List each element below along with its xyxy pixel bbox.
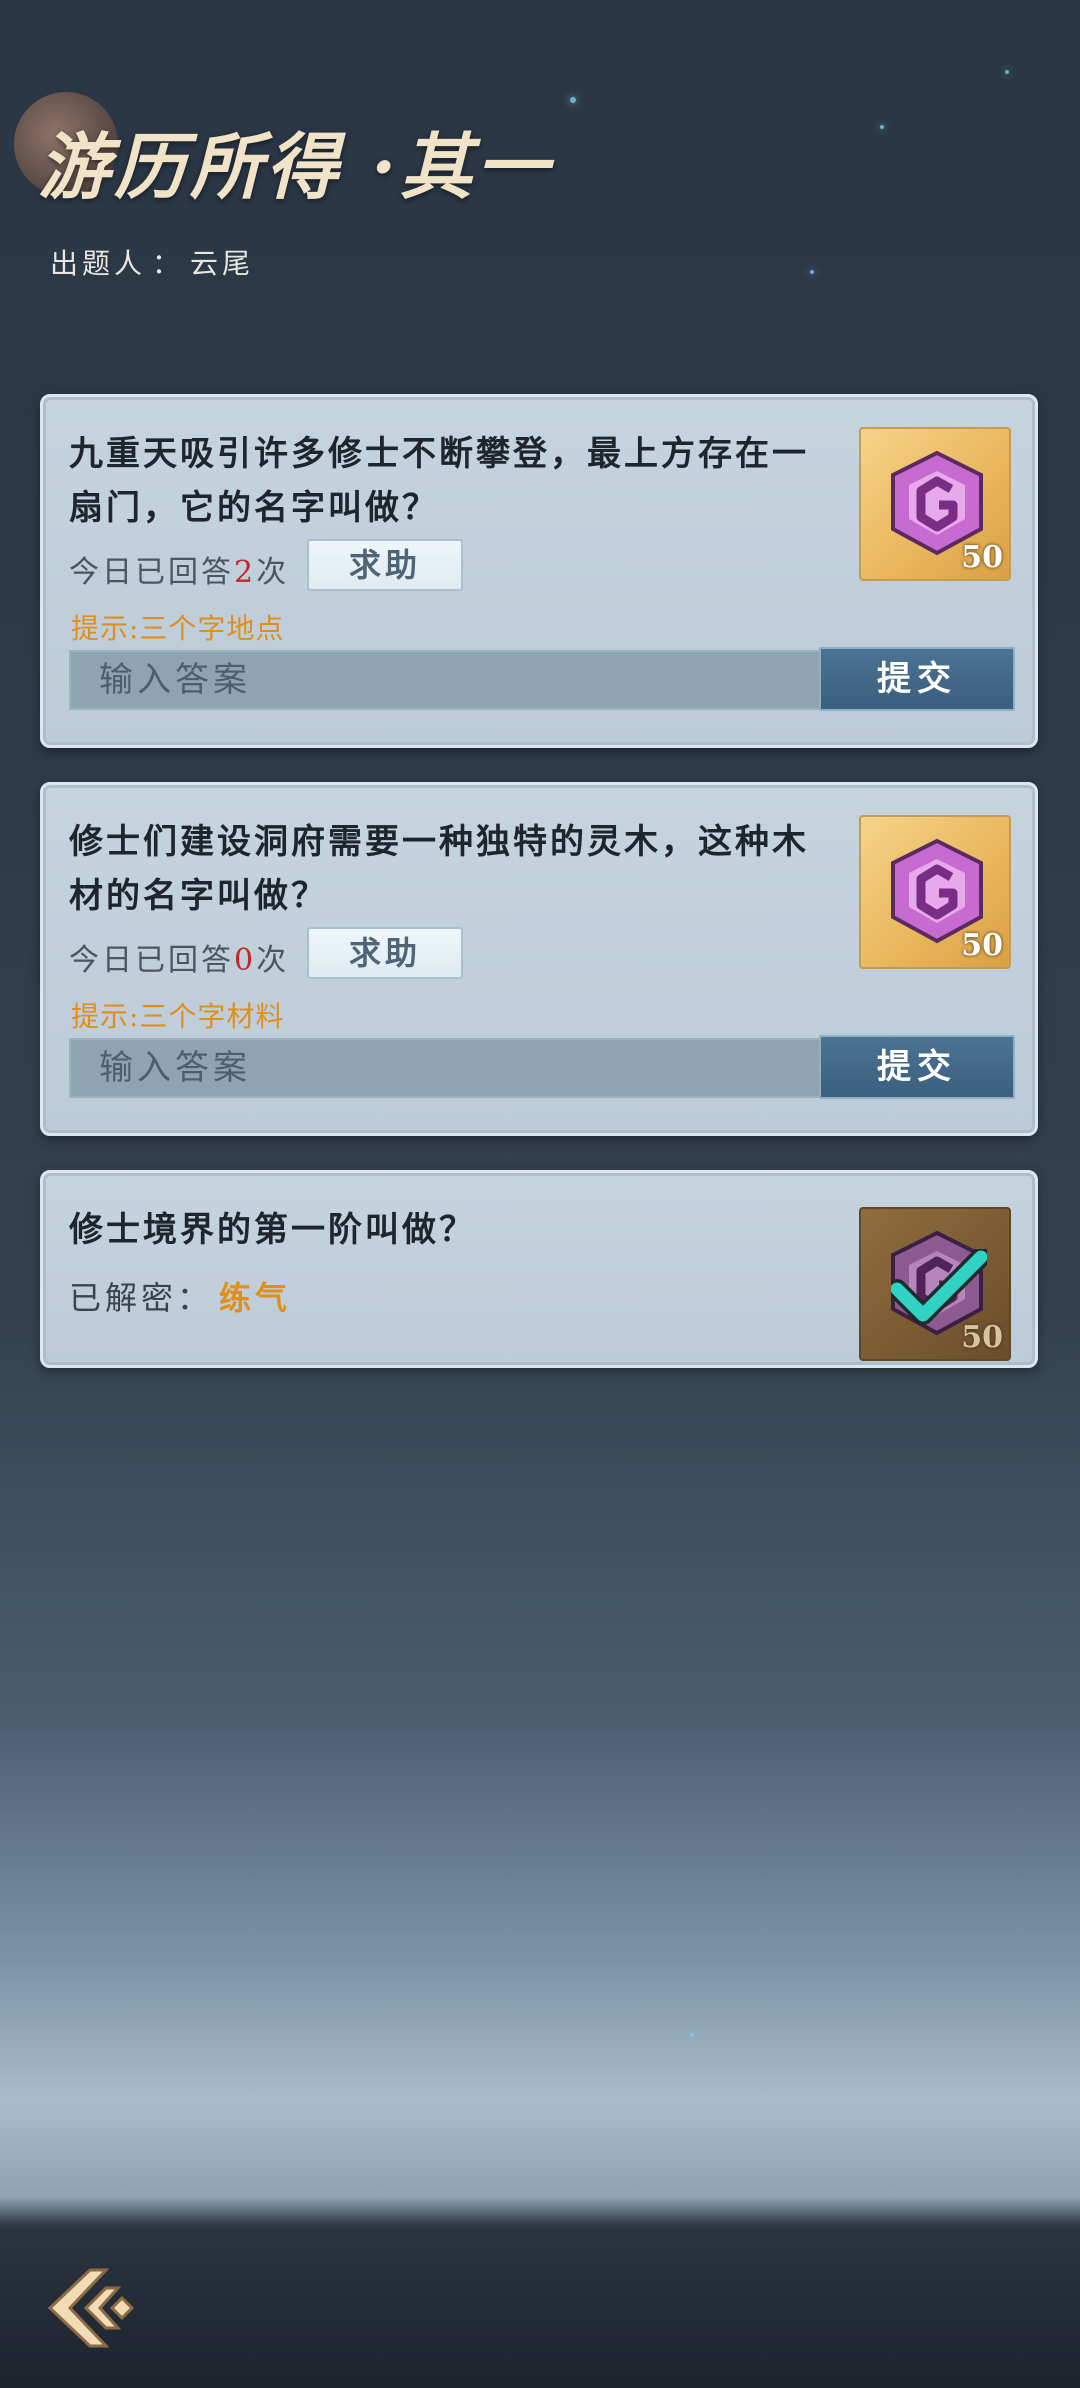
solved-answer: 练气: [219, 1279, 292, 1317]
background-star: [690, 2033, 694, 2037]
author-separator: ：: [152, 247, 185, 280]
page-title: 游历所得 ·其一: [38, 124, 553, 209]
count-prefix: 今日已回答: [69, 943, 234, 978]
question-text: 修士境界的第一阶叫做？: [69, 1210, 476, 1250]
hint-text: 提示:三个字材料: [71, 1000, 285, 1033]
question-text: 九重天吸引许多修士不断攀登，最上方存在一扇门，它的名字叫做？: [69, 434, 809, 528]
submit-button[interactable]: 提交: [819, 647, 1015, 711]
answer-count: 今日已回答2次: [69, 547, 289, 591]
author-line: 出题人：云尾: [50, 242, 254, 282]
reward-amount: 50: [961, 928, 1003, 963]
reward-amount: 50: [961, 540, 1003, 575]
author-label: 出题人: [50, 247, 147, 280]
hint-text: 提示:三个字地点: [71, 612, 285, 645]
solved-line: 已解密： 练气: [69, 1273, 291, 1319]
author-name: 云尾: [190, 247, 255, 280]
bottom-bar: [0, 2228, 1080, 2388]
question-card-solved: 修士境界的第一阶叫做？ 已解密： 练气 50: [40, 1170, 1038, 1368]
answer-count: 今日已回答0次: [69, 935, 289, 979]
checkmark-icon: [891, 1249, 987, 1325]
question-card: 修士们建设洞府需要一种独特的灵木，这种木材的名字叫做？ 今日已回答0次 求助 提…: [40, 782, 1038, 1136]
help-button[interactable]: 求助: [307, 927, 463, 979]
submit-button[interactable]: 提交: [819, 1035, 1015, 1099]
answer-input[interactable]: 输入答案: [69, 650, 845, 710]
reward-item[interactable]: 50: [859, 427, 1011, 581]
background-star: [880, 125, 884, 129]
reward-item[interactable]: 50: [859, 815, 1011, 969]
answer-input[interactable]: 输入答案: [69, 1038, 845, 1098]
question-text: 修士们建设洞府需要一种独特的灵木，这种木材的名字叫做？: [69, 822, 809, 916]
back-button[interactable]: [40, 2260, 150, 2356]
count-suffix: 次: [256, 943, 290, 978]
background-star: [570, 97, 576, 103]
count-number: 0: [234, 943, 257, 978]
help-button[interactable]: 求助: [307, 539, 463, 591]
count-suffix: 次: [256, 555, 290, 590]
back-arrow-icon: [47, 2268, 135, 2348]
background-star: [810, 270, 814, 274]
background-star: [1005, 70, 1009, 74]
reward-amount: 50: [961, 1320, 1003, 1355]
solved-label: 已解密：: [69, 1279, 214, 1317]
reward-item-claimed[interactable]: 50: [859, 1207, 1011, 1361]
question-card: 九重天吸引许多修士不断攀登，最上方存在一扇门，它的名字叫做？ 今日已回答2次 求…: [40, 394, 1038, 748]
count-number: 2: [234, 555, 257, 590]
count-prefix: 今日已回答: [69, 555, 234, 590]
